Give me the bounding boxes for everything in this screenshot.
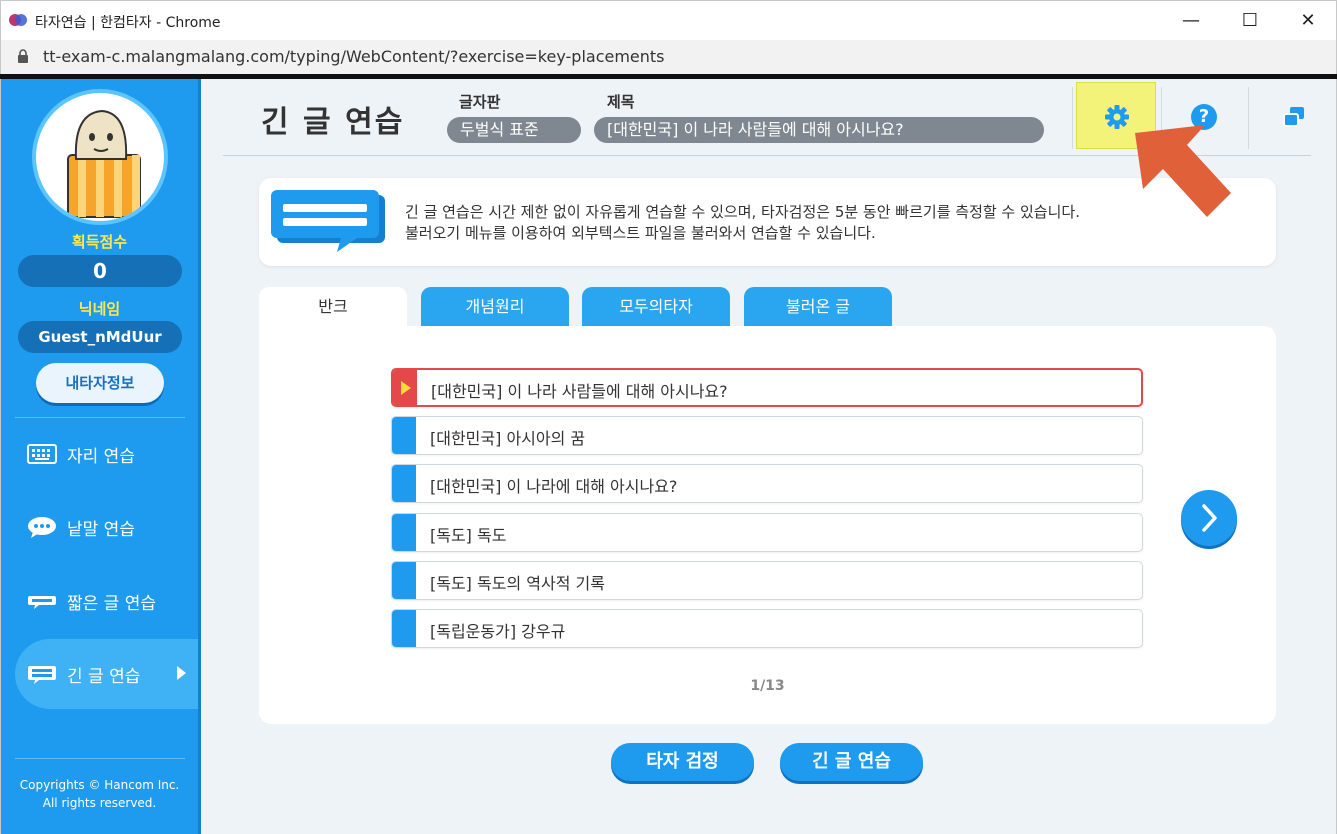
- nav-item-long-text-practice[interactable]: 긴 글 연습: [15, 639, 198, 709]
- text-list-panel: [대한민국] 이 나라 사람들에 대해 아시나요? [대한민국] 아시아의 꿈 …: [259, 326, 1276, 724]
- subject-select[interactable]: [대한민국] 이 나라 사람들에 대해 아시나요?: [594, 117, 1044, 143]
- info-line: 긴 글 연습은 시간 제한 없이 자유롭게 연습할 수 있으며, 타자검정은 5…: [405, 203, 1080, 221]
- address-bar[interactable]: tt-exam-c.malangmalang.com/typing/WebCon…: [0, 40, 1337, 74]
- nav-item-label: 긴 글 연습: [67, 667, 141, 687]
- minimize-button[interactable]: —: [1168, 7, 1214, 35]
- nav-item-label: 자리 연습: [67, 447, 135, 467]
- sidebar-edge: [198, 79, 201, 834]
- window-title: 타자연습 | 한컴타자 - Chrome: [35, 15, 221, 31]
- sidebar: 획득점수 0 닉네임 Guest_nMdUur 내타자정보 자리 연습 낱말 연…: [1, 79, 198, 834]
- score-value: 0: [18, 255, 182, 287]
- list-marker: [392, 417, 416, 454]
- list-item[interactable]: [독도] 독도: [391, 513, 1143, 552]
- nickname-value: Guest_nMdUur: [18, 321, 182, 353]
- app-root: 획득점수 0 닉네임 Guest_nMdUur 내타자정보 자리 연습 낱말 연…: [0, 79, 1337, 834]
- list-item-title: [대한민국] 이 나라에 대해 아시나요?: [430, 477, 678, 496]
- sidebar-divider: [15, 758, 185, 759]
- typing-test-button[interactable]: 타자 검정: [611, 743, 754, 781]
- tab-bank[interactable]: 반크: [259, 287, 407, 329]
- nav-item-label: 짧은 글 연습: [67, 594, 157, 614]
- tab-everyones-typing[interactable]: 모두의타자: [582, 287, 730, 327]
- keyboard-icon: [27, 444, 57, 464]
- page-indicator: 1/13: [750, 678, 785, 694]
- app-icon: [9, 14, 27, 26]
- list-item-title: [대한민국] 아시아의 꿈: [430, 429, 586, 448]
- long-text-icon: [28, 666, 56, 684]
- tab-concept-principle[interactable]: 개념원리: [421, 287, 569, 327]
- list-marker: [392, 610, 416, 647]
- page-title: 긴 글 연습: [261, 105, 405, 140]
- list-item-title: [독립운동가] 강우규: [430, 622, 566, 641]
- nav-item-word-practice[interactable]: 낱말 연습: [1, 492, 198, 562]
- character-avatar-icon: [67, 109, 141, 218]
- window-icon[interactable]: [1281, 105, 1307, 129]
- window-titlebar: 타자연습 | 한컴타자 - Chrome — ☐ ✕: [0, 0, 1337, 40]
- nickname-label: 닉네임: [78, 300, 121, 318]
- info-message: 긴 글 연습은 시간 제한 없이 자유롭게 연습할 수 있으며, 타자검정은 5…: [405, 202, 1080, 244]
- annotation-arrow-icon: [1135, 125, 1231, 217]
- message-icon: [271, 190, 385, 252]
- header-divider: [1072, 87, 1073, 149]
- header-divider: [1248, 87, 1249, 149]
- speech-bubble-icon: [28, 517, 56, 538]
- chevron-right-icon: [1202, 504, 1217, 532]
- url-text[interactable]: tt-exam-c.malangmalang.com/typing/WebCon…: [43, 47, 665, 66]
- list-item[interactable]: [독도] 독도의 역사적 기록: [391, 561, 1143, 600]
- score-label: 획득점수: [71, 233, 128, 251]
- copyright-line: Copyrights © Hancom Inc.: [19, 778, 180, 792]
- sidebar-divider: [15, 417, 185, 418]
- list-item[interactable]: [대한민국] 아시아의 꿈: [391, 416, 1143, 455]
- keyboard-layout-label: 글자판: [459, 93, 501, 111]
- long-text-practice-button[interactable]: 긴 글 연습: [780, 743, 923, 781]
- list-marker: [392, 562, 416, 599]
- list-marker: [392, 514, 416, 551]
- nav-item-key-practice[interactable]: 자리 연습: [1, 419, 198, 489]
- keyboard-layout-select[interactable]: 두벌식 표준: [447, 117, 581, 143]
- list-item[interactable]: [대한민국] 이 나라 사람들에 대해 아시나요?: [391, 368, 1143, 407]
- avatar: [32, 89, 168, 225]
- active-arrow-icon: [177, 666, 186, 680]
- list-item[interactable]: [대한민국] 이 나라에 대해 아시나요?: [391, 464, 1143, 503]
- lock-icon: [18, 49, 28, 63]
- tab-loaded-text[interactable]: 불러온 글: [744, 287, 892, 327]
- nav-item-short-text-practice[interactable]: 짧은 글 연습: [1, 566, 198, 636]
- maximize-button[interactable]: ☐: [1227, 7, 1273, 35]
- info-box: 긴 글 연습은 시간 제한 없이 자유롭게 연습할 수 있으며, 타자검정은 5…: [259, 178, 1276, 266]
- list-item-title: [대한민국] 이 나라 사람들에 대해 아시나요?: [431, 382, 728, 401]
- list-item-title: [독도] 독도의 역사적 기록: [430, 574, 605, 593]
- next-page-button[interactable]: [1181, 490, 1237, 546]
- subject-label: 제목: [607, 93, 635, 111]
- short-text-icon: [28, 596, 56, 609]
- close-button[interactable]: ✕: [1285, 7, 1331, 35]
- copyright: Copyrights © Hancom Inc. All rights rese…: [1, 776, 198, 812]
- nav-item-label: 낱말 연습: [67, 520, 135, 540]
- list-marker: [392, 465, 416, 502]
- list-item-title: [독도] 독도: [430, 526, 507, 545]
- play-marker-icon: [393, 370, 417, 405]
- info-line: 불러오기 메뉴를 이용하여 외부텍스트 파일을 불러와서 연습할 수 있습니다.: [405, 224, 876, 242]
- copyright-line: All rights reserved.: [42, 796, 157, 810]
- list-item[interactable]: [독립운동가] 강우규: [391, 609, 1143, 648]
- my-typing-info-button[interactable]: 내타자정보: [36, 363, 164, 403]
